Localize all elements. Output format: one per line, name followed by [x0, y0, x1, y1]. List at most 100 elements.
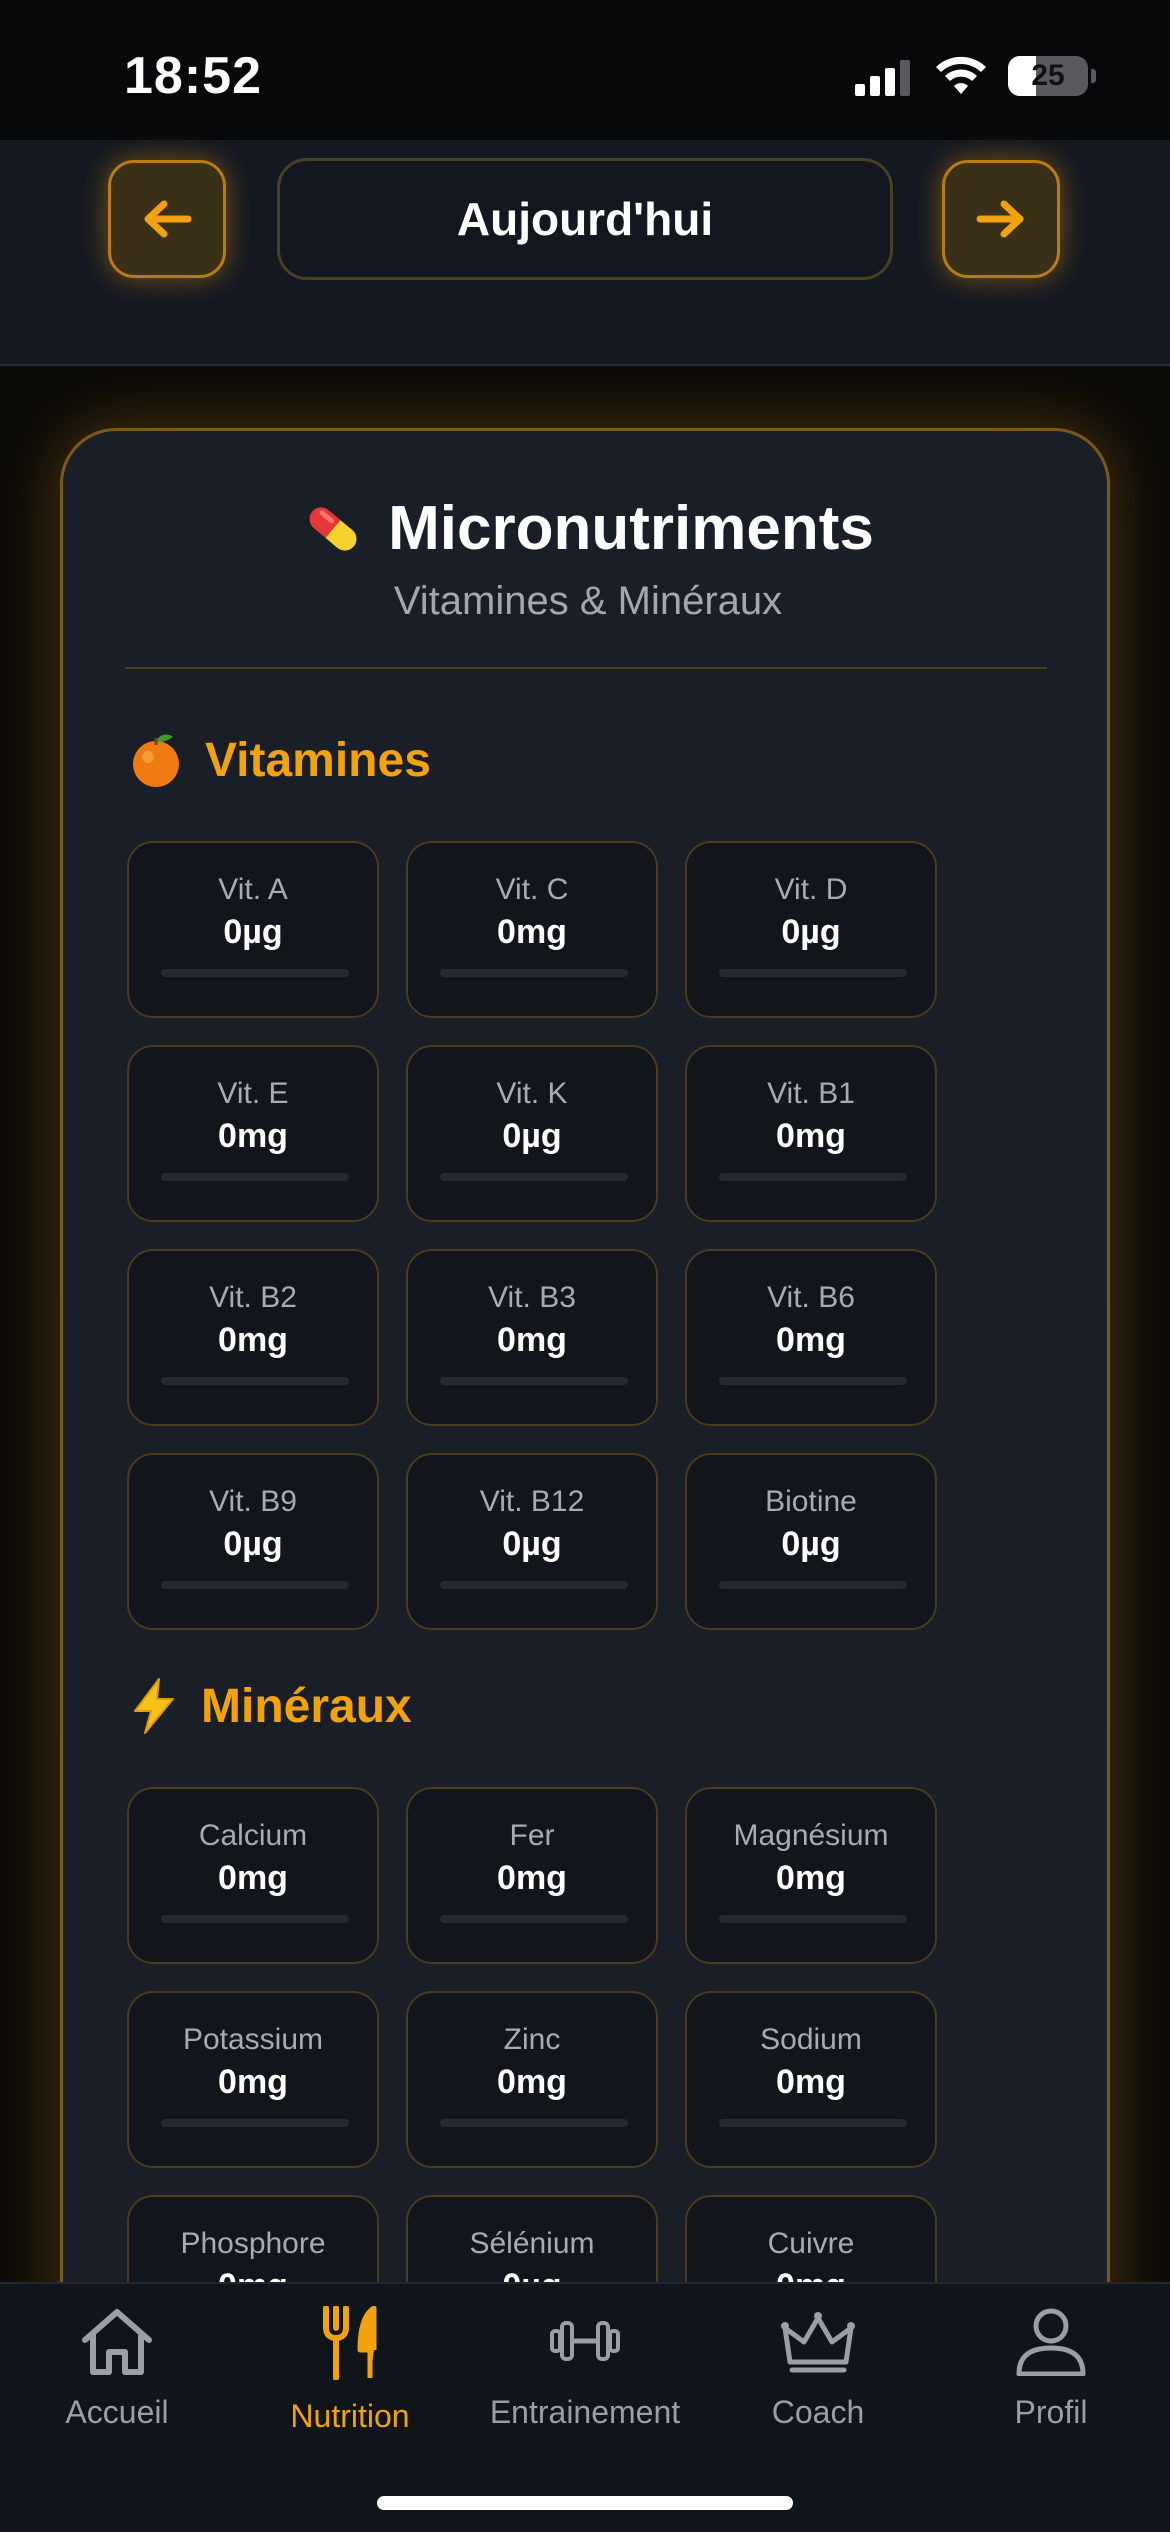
nutrient-progress-bar — [440, 2119, 628, 2127]
wifi-icon — [936, 56, 986, 94]
crown-icon — [781, 2312, 855, 2373]
minerals-grid: Calcium 0mg Fer 0mg Magnésium 0mg Potassium 0mg… — [127, 1787, 947, 2282]
nutrient-tile[interactable]: Vit. B9 0µg — [127, 1453, 379, 1630]
current-date-label[interactable]: Aujourd'hui — [277, 158, 893, 280]
lightning-icon — [134, 1678, 174, 1734]
nutrient-value: 0µg — [781, 1525, 841, 1563]
nutrient-progress-bar — [440, 969, 628, 977]
nutrient-tile[interactable]: Potassium 0mg — [127, 1991, 379, 2168]
nutrient-tile[interactable]: Sélénium 0µg — [406, 2195, 658, 2282]
nutrient-progress-bar — [161, 1173, 349, 1181]
nutrient-name: Vit. C — [495, 873, 569, 906]
micronutrients-card: Micronutriments Vitamines & Minéraux Vit… — [60, 428, 1110, 2282]
status-time: 18:52 — [124, 47, 262, 105]
battery-icon: 25 — [1008, 56, 1088, 96]
nutrient-value: 0µg — [781, 913, 841, 951]
nutrient-tile[interactable]: Vit. B1 0mg — [685, 1045, 937, 1222]
arrow-right-icon — [976, 200, 1024, 238]
divider — [125, 667, 1047, 669]
nutrient-progress-bar — [161, 1581, 349, 1589]
card-title-text: Micronutriments — [388, 494, 874, 563]
nutrient-tile[interactable]: Fer 0mg — [406, 1787, 658, 1964]
dumbbell-icon — [550, 2321, 620, 2361]
nutrient-name: Biotine — [765, 1485, 857, 1518]
nutrient-name: Sélénium — [469, 2227, 595, 2260]
nutrient-progress-bar — [161, 2119, 349, 2127]
nutrient-tile[interactable]: Vit. B3 0mg — [406, 1249, 658, 1426]
nutrient-value: 0µg — [223, 913, 283, 951]
nutrient-tile[interactable]: Vit. B12 0µg — [406, 1453, 658, 1630]
tab-label: Nutrition — [290, 2398, 410, 2434]
main-scroll-area[interactable]: Micronutriments Vitamines & Minéraux Vit… — [0, 368, 1170, 2282]
nutrient-value: 0mg — [129, 2267, 377, 2282]
nutrient-tile[interactable]: Cuivre 0mg — [685, 2195, 937, 2282]
nutrient-value: 0mg — [218, 2063, 288, 2101]
tab-entrainement[interactable]: Entrainement — [470, 2306, 700, 2431]
nutrient-progress-bar — [440, 1581, 628, 1589]
nutrient-value: 0mg — [687, 2267, 935, 2282]
nutrient-value: 0mg — [497, 1859, 567, 1897]
nutrient-progress-bar — [440, 1377, 628, 1385]
pill-icon — [309, 506, 357, 551]
vitamins-grid: Vit. A 0µg Vit. C 0mg Vit. D 0µg Vit. E 0mg Vit.… — [127, 841, 947, 1630]
tab-label: Entrainement — [489, 2394, 681, 2430]
nutrient-tile[interactable]: Vit. B6 0mg — [685, 1249, 937, 1426]
status-bar: 18:52 25 — [0, 0, 1170, 140]
tab-accueil[interactable]: Accueil — [2, 2306, 232, 2431]
arrow-left-icon — [144, 200, 192, 238]
nutrient-tile[interactable]: Calcium 0mg — [127, 1787, 379, 1964]
nutrient-value: 0mg — [776, 1859, 846, 1897]
nutrient-name: Vit. B3 — [488, 1281, 576, 1314]
nutrient-name: Fer — [509, 1819, 555, 1852]
nutrient-progress-bar — [719, 969, 907, 977]
nutrient-tile[interactable]: Vit. B2 0mg — [127, 1249, 379, 1426]
nutrient-value: 0mg — [776, 1117, 846, 1155]
nutrient-name: Sodium — [760, 2023, 862, 2056]
nutrient-progress-bar — [161, 969, 349, 977]
nutrient-progress-bar — [161, 1377, 349, 1385]
nutrient-progress-bar — [719, 1915, 907, 1923]
nutrient-name: Cuivre — [767, 2227, 855, 2260]
nutrient-value: 0mg — [776, 2063, 846, 2101]
nutrient-tile[interactable]: Vit. C 0mg — [406, 841, 658, 1018]
nutrient-tile[interactable]: Zinc 0mg — [406, 1991, 658, 2168]
nutrient-progress-bar — [440, 1915, 628, 1923]
nutrient-tile[interactable]: Sodium 0mg — [685, 1991, 937, 2168]
nutrient-value: 0µg — [502, 1117, 562, 1155]
nutrient-tile[interactable]: Vit. D 0µg — [685, 841, 937, 1018]
nutrient-progress-bar — [161, 1915, 349, 1923]
next-day-button[interactable] — [942, 160, 1060, 278]
nutrient-name: Magnésium — [733, 1819, 889, 1852]
nutrient-progress-bar — [440, 1173, 628, 1181]
card-subtitle: Vitamines & Minéraux — [393, 579, 783, 623]
nutrient-tile[interactable]: Vit. E 0mg — [127, 1045, 379, 1222]
previous-day-button[interactable] — [108, 160, 226, 278]
battery-nub — [1091, 69, 1096, 83]
nutrient-name: Potassium — [182, 2023, 324, 2056]
nutrient-progress-bar — [719, 1173, 907, 1181]
nutrient-name: Vit. B12 — [479, 1485, 585, 1518]
nutrient-value: 0µg — [223, 1525, 283, 1563]
tab-nutrition[interactable]: Nutrition — [235, 2306, 465, 2435]
tab-label: Accueil — [65, 2394, 169, 2430]
bottom-tab-bar: Accueil Nutrition Entrainement Coach Pro… — [0, 2282, 1170, 2532]
tab-label: Coach — [771, 2394, 865, 2430]
card-title: Micronutriments — [63, 493, 1113, 564]
tab-profil[interactable]: Profil — [936, 2306, 1166, 2431]
tab-coach[interactable]: Coach — [703, 2306, 933, 2431]
nutrient-tile[interactable]: Phosphore 0mg — [127, 2195, 379, 2282]
fork-knife-icon — [323, 2306, 377, 2380]
vitamins-section-title: Vitamines — [129, 731, 431, 789]
orange-icon — [133, 734, 179, 787]
home-indicator[interactable] — [377, 2496, 793, 2510]
nutrient-value: 0µg — [502, 1525, 562, 1563]
nutrient-name: Phosphore — [180, 2227, 326, 2260]
nutrient-tile[interactable]: Vit. K 0µg — [406, 1045, 658, 1222]
nutrient-tile[interactable]: Biotine 0µg — [685, 1453, 937, 1630]
vitamins-section-label: Vitamines — [205, 733, 431, 787]
date-navigation: Aujourd'hui — [0, 140, 1170, 366]
nutrient-tile[interactable]: Magnésium 0mg — [685, 1787, 937, 1964]
nutrient-name: Vit. D — [774, 873, 848, 906]
nutrient-name: Vit. B1 — [767, 1077, 855, 1110]
nutrient-tile[interactable]: Vit. A 0µg — [127, 841, 379, 1018]
